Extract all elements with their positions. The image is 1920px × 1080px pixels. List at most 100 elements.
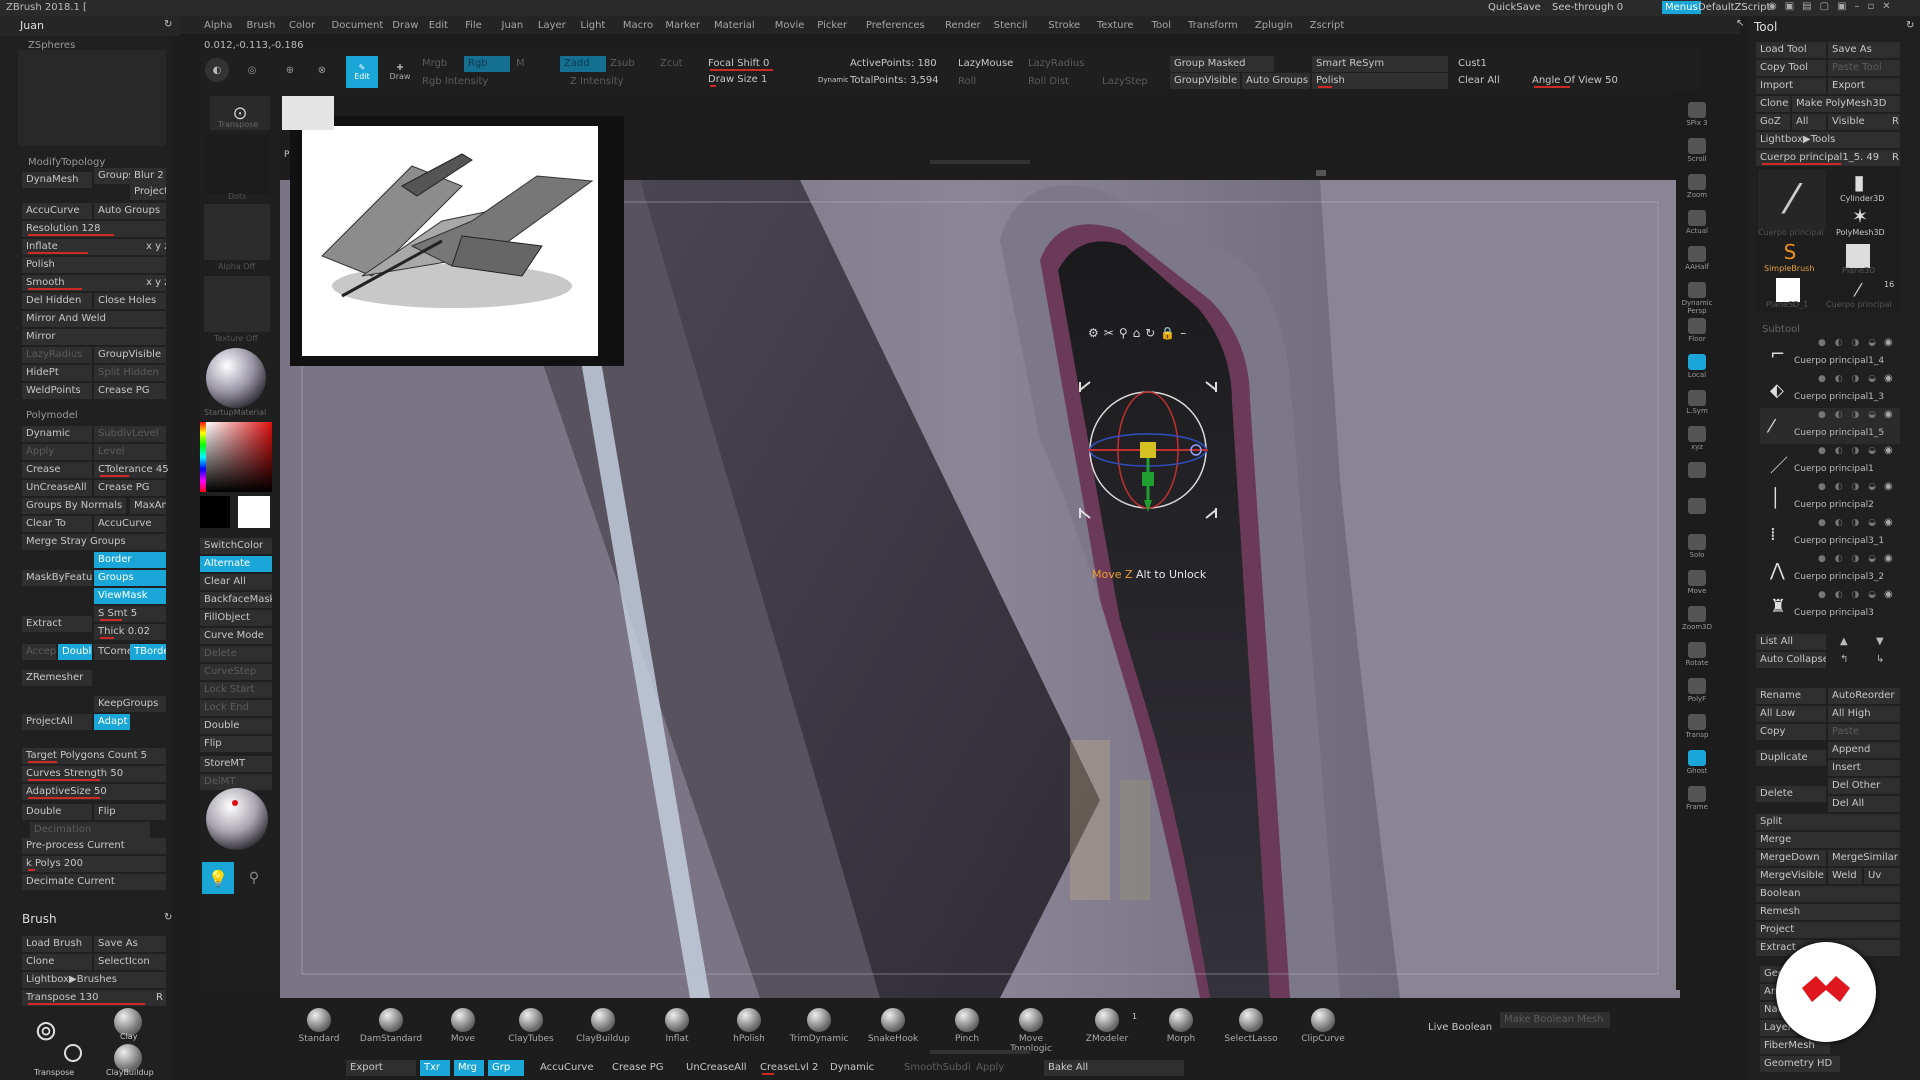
left-tborde[interactable]: TBorde: [130, 644, 166, 660]
menu-render[interactable]: Render: [945, 20, 981, 31]
doc-thumbnail[interactable]: [282, 96, 334, 130]
tool-weld[interactable]: Weld: [1828, 868, 1862, 884]
apply-button[interactable]: Apply: [972, 1060, 1032, 1076]
tool-thumb-cuerpo[interactable]: ⁄: [1758, 170, 1826, 230]
gizmo-icon[interactable]: ⊕: [278, 58, 302, 82]
menu-alpha[interactable]: Alpha: [204, 20, 232, 31]
alpha-thumbnail[interactable]: [204, 204, 270, 260]
tool-goz[interactable]: GoZ: [1756, 114, 1790, 130]
tool-load-tool[interactable]: Load Tool: [1756, 42, 1826, 58]
left-target-poly[interactable]: Target Polygons Count 5: [22, 748, 166, 764]
top-divider-handle[interactable]: [930, 160, 1030, 164]
left-clone[interactable]: Clone: [22, 954, 92, 970]
subtool-visibility-icon[interactable]: ◉: [1884, 553, 1893, 564]
draw-button[interactable]: ✚ Draw: [384, 56, 416, 88]
group-masked-button[interactable]: Group Masked: [1170, 56, 1274, 72]
crease-pg-button[interactable]: Crease PG: [608, 1060, 678, 1076]
transpose-small-icon[interactable]: [64, 1044, 82, 1062]
tool-preview-thumbnail[interactable]: [18, 50, 166, 146]
subtool-item[interactable]: ⋀ ● ◐ ◑ ◒ ◉ Cuerpo principal3_2: [1760, 552, 1900, 588]
tool-paste[interactable]: Paste: [1828, 724, 1900, 740]
subtool-toggles[interactable]: ● ◐ ◑ ◒: [1818, 338, 1879, 348]
tool-make-polymesh[interactable]: Make PolyMesh3D: [1792, 96, 1900, 112]
left-crease-pg[interactable]: Crease PG: [94, 383, 166, 399]
left-double2[interactable]: Double: [22, 804, 92, 820]
right-shelf-zoom3d-14[interactable]: Zoom3D: [1680, 604, 1714, 634]
tool-append[interactable]: Append: [1828, 742, 1900, 758]
col2-alternate[interactable]: Alternate: [200, 556, 272, 572]
left-viewmask[interactable]: ViewMask: [94, 588, 166, 604]
gizmo3d-icon[interactable]: ⊗: [310, 58, 334, 82]
shelf-brush-standard[interactable]: Standard: [286, 1004, 352, 1062]
subtool-visibility-icon[interactable]: ◉: [1884, 337, 1893, 348]
menu-file[interactable]: File: [465, 20, 482, 31]
uncreaseall-button[interactable]: UnCreaseAll: [682, 1060, 752, 1076]
left-accucurve2[interactable]: AccuCurve: [94, 516, 166, 532]
tool-r[interactable]: R: [1888, 114, 1900, 130]
planesd-thumbnail[interactable]: [1776, 278, 1800, 302]
left-decimate-current[interactable]: Decimate Current: [22, 874, 166, 890]
left-lightbox-brushes[interactable]: Lightbox▶Brushes: [22, 972, 166, 988]
subtool-item[interactable]: │ ● ◐ ◑ ◒ ◉ Cuerpo principal2: [1760, 480, 1900, 516]
canvas-scroll-indicator[interactable]: [1316, 170, 1326, 176]
subtool-visibility-icon[interactable]: ◉: [1884, 409, 1893, 420]
simplebrush-icon[interactable]: S: [1776, 240, 1804, 264]
right-shelf-l-sym-8[interactable]: L.Sym: [1680, 388, 1714, 418]
left-flip[interactable]: Flip: [94, 804, 166, 820]
left-thick[interactable]: Thick 0.02: [94, 624, 166, 640]
rgb-button[interactable]: Rgb: [464, 56, 510, 72]
subtool-item[interactable]: ⁞ ● ◐ ◑ ◒ ◉ Cuerpo principal3_1: [1760, 516, 1900, 552]
auto-groups-button[interactable]: Auto Groups: [1242, 73, 1310, 89]
texture-thumbnail[interactable]: [204, 276, 270, 332]
tool-copy-tool[interactable]: Copy Tool: [1756, 60, 1826, 76]
tool-mergesimilar[interactable]: MergeSimilar: [1828, 850, 1900, 866]
menu-layer[interactable]: Layer: [538, 20, 566, 31]
left-close-holes[interactable]: Close Holes: [94, 293, 166, 309]
polymesh-star-icon[interactable]: ✶: [1846, 204, 1874, 228]
subtool-item[interactable]: ⬖ ● ◐ ◑ ◒ ◉ Cuerpo principal1_3: [1760, 372, 1900, 408]
tool-lightbox-tools[interactable]: Lightbox▶Tools: [1756, 132, 1900, 148]
col2-lock-end[interactable]: Lock End: [200, 700, 272, 716]
right-shelf-dynamic-persp-5[interactable]: Dynamic Persp: [1680, 280, 1714, 315]
left-decimation[interactable]: Decimation: [30, 822, 150, 838]
smart-resym-button[interactable]: Smart ReSym: [1312, 56, 1448, 72]
subtool-header[interactable]: Subtool: [1762, 324, 1800, 335]
subtool-visibility-icon[interactable]: ◉: [1884, 445, 1893, 456]
transpose-gizmo[interactable]: [1078, 380, 1218, 520]
window-controls[interactable]: ◉▣▤▢▣–▫✕: [1768, 1, 1899, 12]
export-button[interactable]: Export: [346, 1060, 416, 1076]
left-level[interactable]: Level: [94, 444, 166, 460]
shelf-brush-claybuildup[interactable]: ClayBuildup: [570, 1004, 636, 1062]
left-smooth[interactable]: Smooth: [22, 275, 142, 291]
tool-copy[interactable]: Copy: [1756, 724, 1826, 740]
reference-image-frame[interactable]: [290, 116, 624, 366]
left-load-brush[interactable]: Load Brush: [22, 936, 92, 952]
live-boolean-button[interactable]: Live Boolean: [1424, 1020, 1496, 1036]
left-adapt[interactable]: Adapt: [94, 714, 130, 730]
menu-draw[interactable]: Draw: [392, 20, 418, 31]
shelf-brush-inflat[interactable]: Inflat: [644, 1004, 710, 1062]
shelf-brush-move[interactable]: Move: [430, 1004, 496, 1062]
left-selecticon[interactable]: SelectIcon: [94, 954, 166, 970]
menu-tool[interactable]: Tool: [1152, 20, 1171, 31]
col2-flip[interactable]: Flip: [200, 736, 272, 752]
angle-of-view-slider[interactable]: Angle Of View 50: [1528, 73, 1648, 89]
left-polymodel[interactable]: Polymodel: [26, 410, 78, 421]
left-groups[interactable]: Groups: [94, 168, 130, 184]
left-crease[interactable]: Crease: [22, 462, 92, 478]
list-all-down-icon[interactable]: ▼: [1876, 636, 1884, 647]
menu-stencil[interactable]: Stencil: [994, 20, 1028, 31]
menu-brush[interactable]: Brush: [247, 20, 276, 31]
left-accept[interactable]: Accept: [22, 644, 56, 660]
m-button[interactable]: M: [512, 56, 532, 72]
left-resolution[interactable]: Resolution 128: [22, 221, 166, 237]
light-sphere[interactable]: [206, 788, 268, 850]
color-picker[interactable]: [200, 422, 272, 492]
zadd-button[interactable]: Zadd: [560, 56, 606, 72]
subtool-toggles[interactable]: ● ◐ ◑ ◒: [1818, 554, 1879, 564]
left-mirror[interactable]: Mirror: [22, 329, 166, 345]
subtool-toggles[interactable]: ● ◐ ◑ ◒: [1818, 446, 1879, 456]
left-subdiv[interactable]: SubdivLevel: [94, 426, 166, 442]
left-auto-groups[interactable]: Auto Groups: [94, 203, 166, 219]
col2-lock-start[interactable]: Lock Start: [200, 682, 272, 698]
